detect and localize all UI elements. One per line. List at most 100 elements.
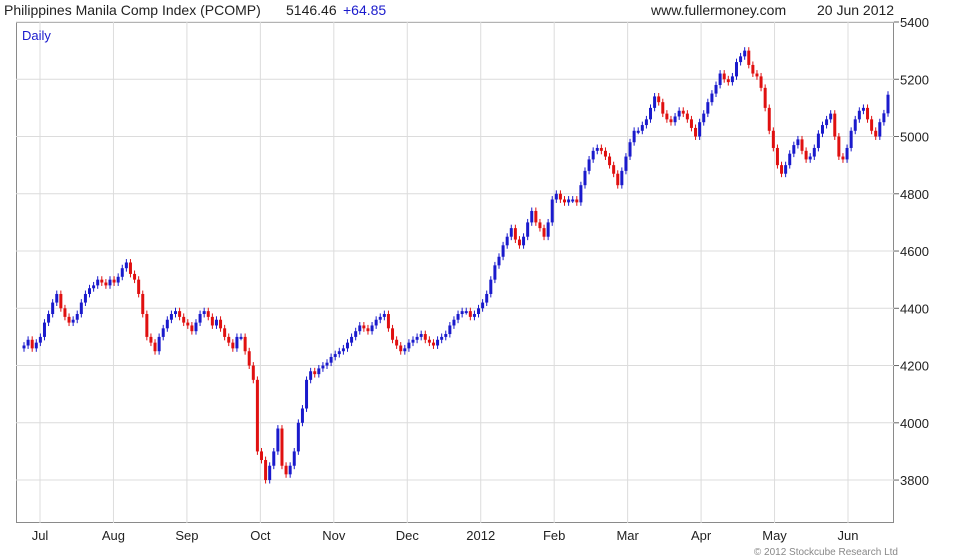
candle-body (386, 314, 390, 329)
candle-body (587, 159, 591, 171)
candle-body (767, 107, 771, 131)
candle-body (210, 316, 214, 326)
candle-body (55, 293, 59, 303)
candle-body (75, 314, 79, 320)
candle-body (321, 365, 325, 369)
x-tick-label: Oct (250, 528, 271, 543)
candle-body (92, 285, 96, 289)
x-tick-label: Mar (616, 528, 639, 543)
candle-body (137, 279, 141, 294)
candle-body (30, 339, 34, 349)
candle-body (477, 308, 481, 315)
candle-body (300, 408, 304, 423)
candle-body (481, 302, 485, 309)
candle-body (108, 279, 112, 286)
candle-body (157, 336, 161, 352)
candle-body (472, 314, 476, 317)
candle-body (79, 302, 83, 315)
candle-body (825, 119, 829, 126)
candle-body (22, 345, 26, 349)
candle-body (886, 94, 890, 114)
x-tick-label: Aug (102, 528, 125, 543)
candle-body (734, 62, 738, 77)
candle-body (563, 199, 567, 203)
candle-body (743, 50, 747, 57)
candle-body (296, 422, 300, 452)
candle-body (305, 379, 309, 409)
candle-body (632, 130, 636, 143)
candle-body (878, 122, 882, 137)
candle-body (362, 325, 366, 329)
candle-body (522, 236, 526, 246)
candle-body (378, 316, 382, 320)
candle-body (513, 228, 517, 240)
candle-body (800, 139, 804, 151)
candle-body (407, 342, 411, 349)
y-tick-label: 4600 (900, 244, 929, 259)
candle-body (165, 319, 169, 329)
candle-body (452, 319, 456, 326)
candle-body (784, 165, 788, 174)
candle-body (710, 93, 714, 103)
candle-body (657, 96, 661, 103)
candle-body (161, 328, 165, 337)
candle-body (755, 73, 759, 77)
candle-body (42, 322, 46, 337)
candle-body (63, 308, 67, 317)
candle-body (251, 365, 255, 380)
candle-body (804, 150, 808, 160)
candle-body (333, 354, 337, 357)
candle-body (501, 245, 505, 257)
candle-body (763, 87, 767, 108)
candle-body (239, 336, 243, 339)
candle-body (341, 348, 345, 352)
candle-body (149, 336, 153, 343)
candle-body (751, 64, 755, 74)
candle-body (325, 362, 329, 366)
candle-body (571, 199, 575, 202)
x-tick-label: Nov (322, 528, 346, 543)
candle-body (169, 314, 173, 320)
candle-body (468, 311, 472, 317)
candle-body (345, 342, 349, 349)
candle-body (792, 145, 796, 154)
candle-body (464, 311, 468, 314)
candle-body (34, 342, 38, 349)
candle-body (235, 336, 239, 349)
candle-body (509, 228, 513, 237)
candle-body (812, 147, 816, 157)
x-tick-label: May (762, 528, 787, 543)
candle-body (489, 279, 493, 294)
candle-body (460, 311, 464, 315)
candle-body (681, 110, 685, 114)
candle-body (624, 156, 628, 171)
candle-body (419, 334, 423, 337)
candle-body (661, 102, 665, 114)
candle-body (264, 460, 268, 481)
candle-body (100, 279, 104, 283)
candle-body (259, 451, 263, 461)
candle-body (870, 119, 874, 131)
candle-body (411, 339, 415, 343)
candle-body (542, 228, 546, 237)
candle-body (747, 50, 751, 65)
candle-body (649, 107, 653, 120)
candle-body (538, 222, 542, 229)
candle-body (268, 465, 272, 481)
candle-body (689, 119, 693, 128)
candle-body (358, 325, 362, 332)
candle-body (444, 334, 448, 337)
candle-body (653, 96, 657, 108)
candle-body (194, 322, 198, 332)
candle-body (874, 130, 878, 137)
candle-body (591, 150, 595, 160)
candle-body (427, 339, 431, 343)
candle-body (608, 156, 612, 166)
y-tick-label: 5000 (900, 130, 929, 145)
candle-body (51, 302, 55, 315)
candle-body (337, 351, 341, 355)
y-tick-label: 4800 (900, 187, 929, 202)
candle-body (391, 328, 395, 340)
candle-body (853, 119, 857, 131)
candle-body (431, 342, 435, 346)
